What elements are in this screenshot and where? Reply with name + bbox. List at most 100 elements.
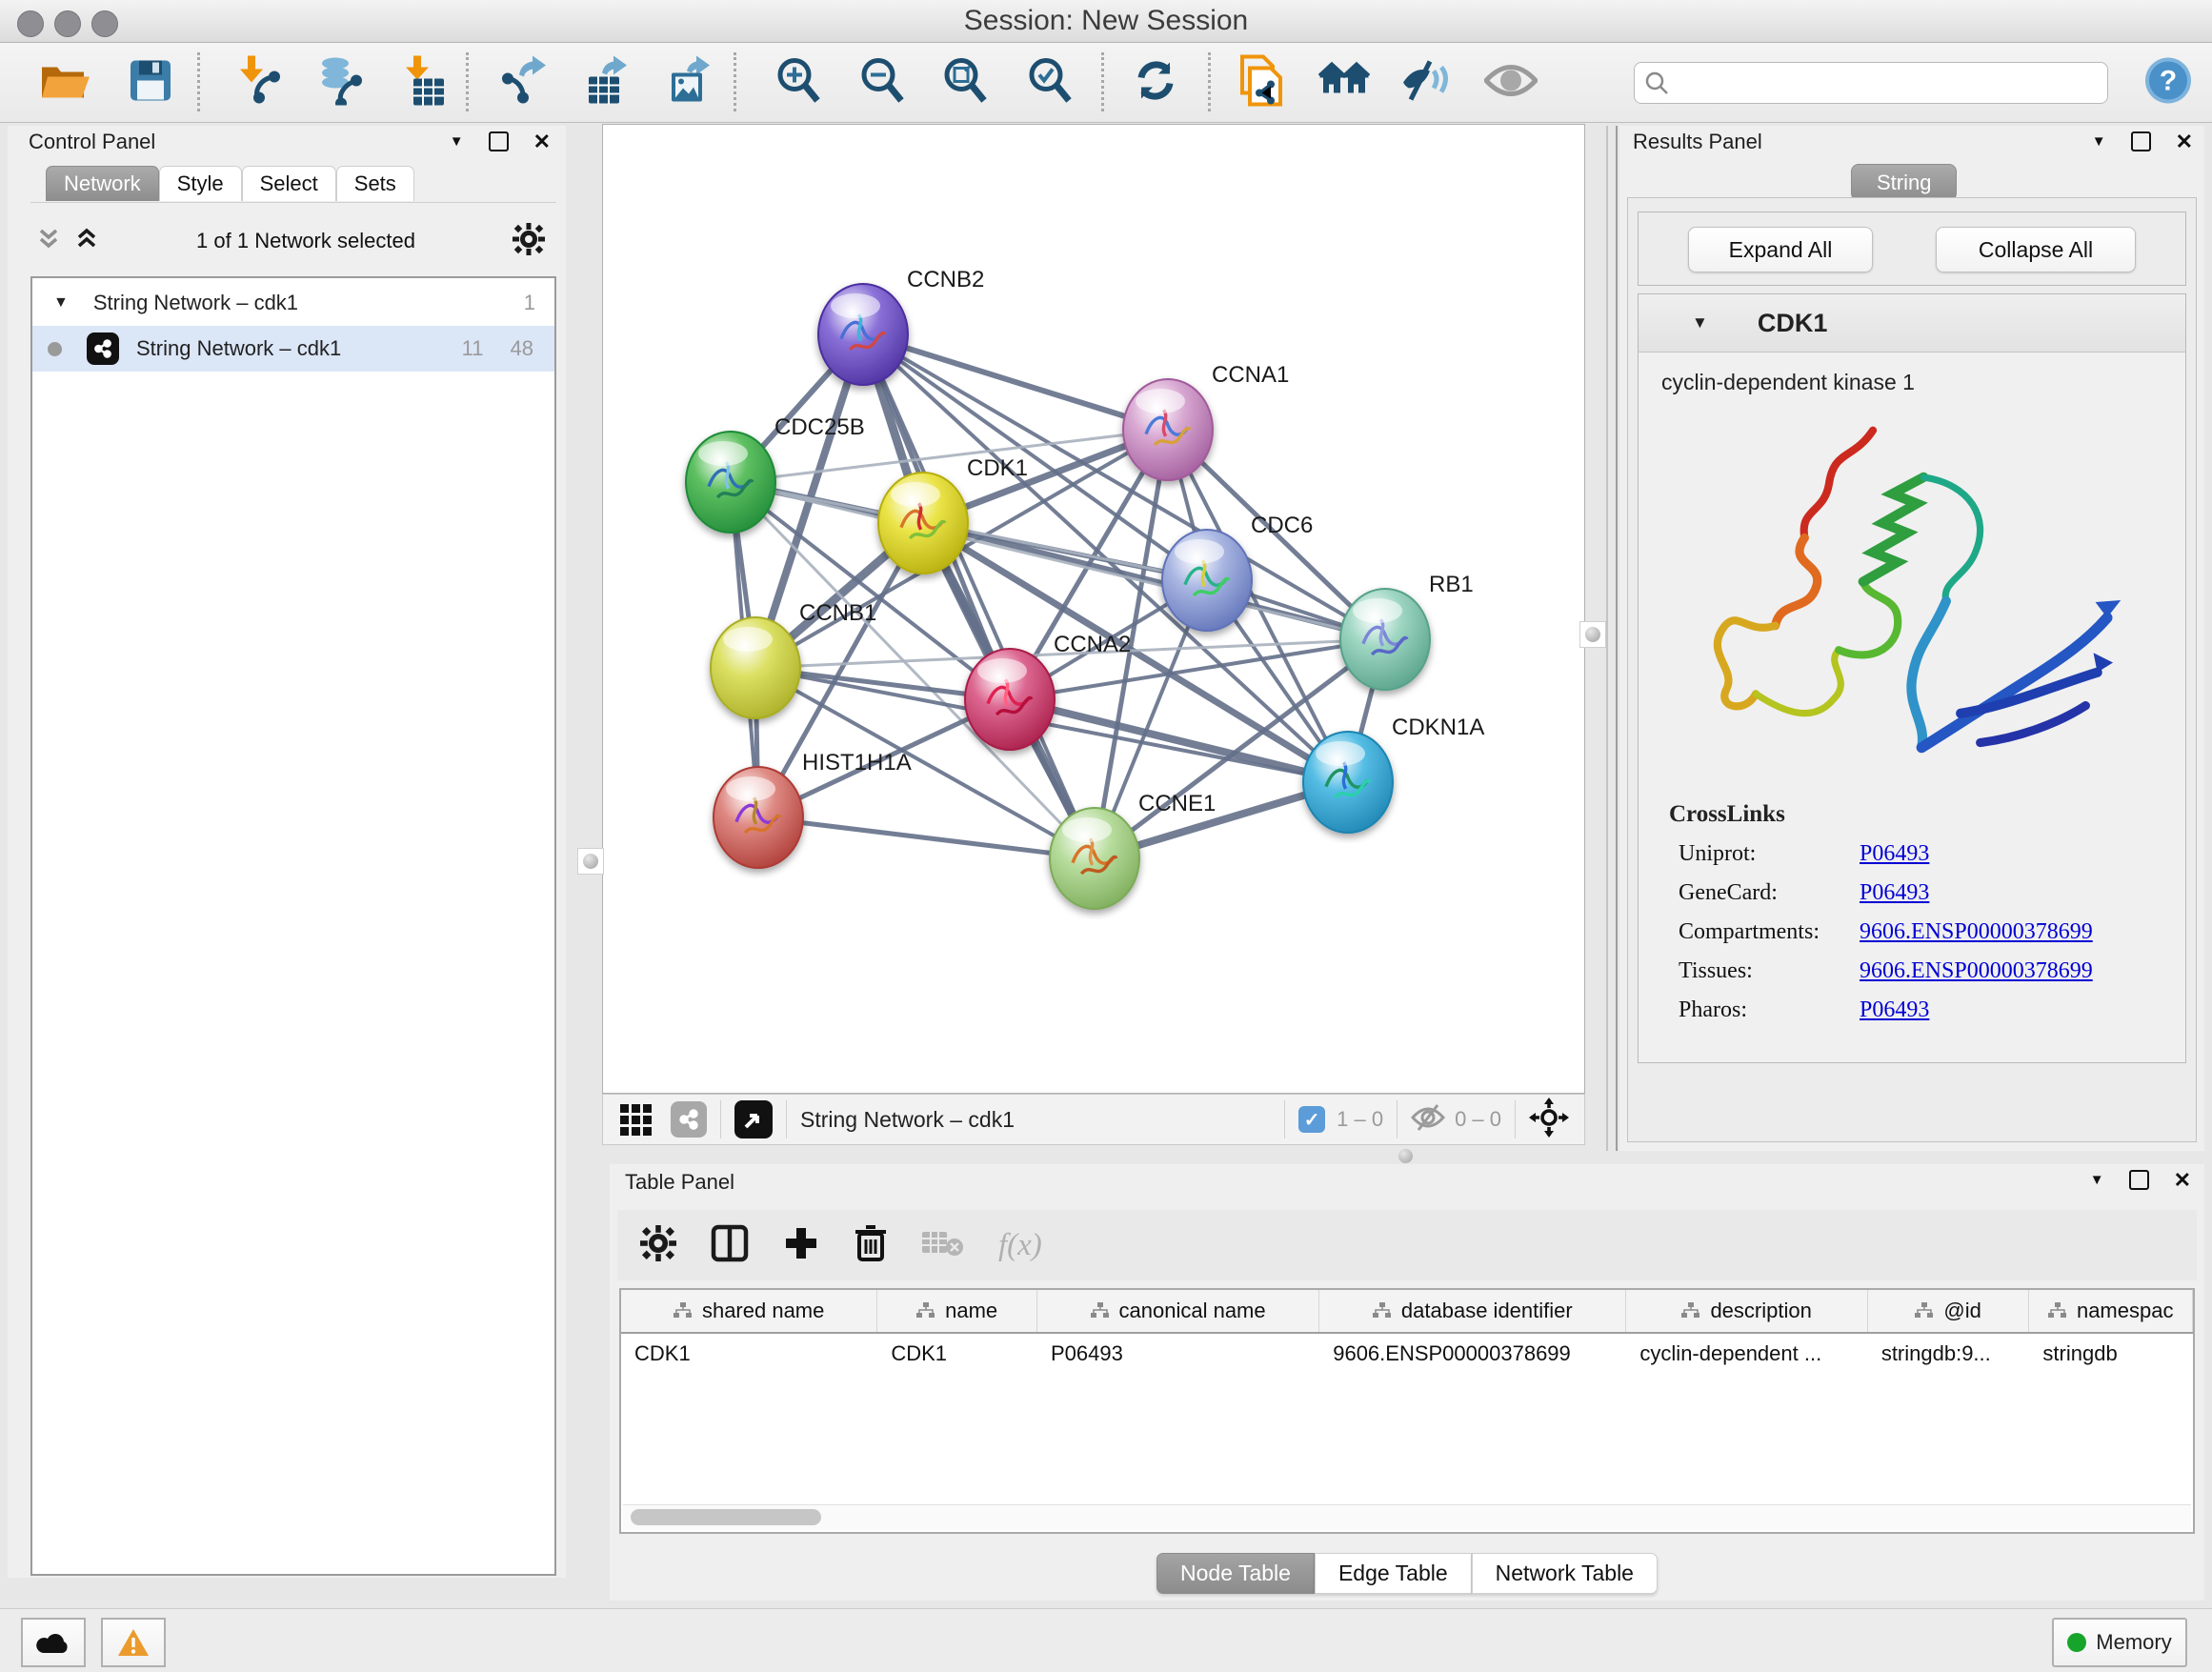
export-image-icon[interactable] <box>668 55 712 110</box>
table-cell[interactable]: CDK1 <box>877 1334 1037 1374</box>
zoom-in-icon[interactable] <box>775 56 821 109</box>
home-layout-icon[interactable] <box>1318 60 1370 105</box>
selected-nodes-checkbox[interactable]: ✓ <box>1298 1106 1325 1133</box>
tab-network[interactable]: Network <box>46 166 159 201</box>
column-header--id[interactable]: @id <box>1868 1290 2030 1332</box>
table-cell[interactable]: cyclin-dependent ... <box>1626 1334 1867 1374</box>
network-row[interactable]: String Network – cdk1 11 48 <box>32 326 554 372</box>
window-zoom-button[interactable] <box>91 10 118 37</box>
tab-network-table[interactable]: Network Table <box>1472 1553 1658 1594</box>
create-column-plus-icon[interactable] <box>783 1225 819 1266</box>
collapse-all-networks-icon[interactable] <box>74 227 99 256</box>
crosslink-link[interactable]: P06493 <box>1860 841 1929 867</box>
open-session-icon[interactable] <box>40 59 90 106</box>
control-panel-float-icon[interactable] <box>489 131 509 151</box>
crosslink-link[interactable]: 9606.ENSP00000378699 <box>1860 919 2093 945</box>
hidden-elements-icon[interactable] <box>1411 1103 1445 1137</box>
fit-content-crosshair-icon[interactable] <box>1529 1098 1569 1142</box>
column-header-database-identifier[interactable]: database identifier <box>1319 1290 1626 1332</box>
import-network-icon[interactable] <box>236 55 280 110</box>
tab-edge-table[interactable]: Edge Table <box>1315 1553 1472 1594</box>
crosslink-link[interactable]: 9606.ENSP00000378699 <box>1860 958 2093 984</box>
column-header-description[interactable]: description <box>1626 1290 1867 1332</box>
show-graphics-details-icon[interactable] <box>1484 61 1538 104</box>
grid-view-icon[interactable] <box>620 1104 652 1136</box>
crosslink-link[interactable]: P06493 <box>1860 997 1929 1023</box>
table-cell[interactable]: 9606.ENSP00000378699 <box>1319 1334 1626 1374</box>
column-header-canonical-name[interactable]: canonical name <box>1037 1290 1319 1332</box>
zoom-fit-icon[interactable] <box>942 56 988 109</box>
table-cell[interactable]: CDK1 <box>621 1334 877 1374</box>
zoom-selected-icon[interactable] <box>1027 56 1073 109</box>
control-panel-close-icon[interactable]: ✕ <box>533 133 551 150</box>
table-settings-gear-icon[interactable] <box>640 1225 676 1266</box>
window-close-button[interactable] <box>17 10 44 37</box>
crosslink-link[interactable]: P06493 <box>1860 880 1929 906</box>
tab-style[interactable]: Style <box>159 166 242 201</box>
network-node-ccne1[interactable]: CCNE1 <box>1050 791 1216 909</box>
panel-divider-vertical[interactable] <box>1606 126 1618 1151</box>
memory-button[interactable]: Memory <box>2052 1618 2187 1667</box>
column-header-namespac[interactable]: namespac <box>2029 1290 2193 1332</box>
delete-column-trash-icon[interactable] <box>854 1224 888 1267</box>
network-node-cdk1[interactable]: CDK1 <box>878 455 1028 574</box>
network-edge[interactable] <box>758 817 1095 858</box>
table-cell[interactable]: stringdb:9... <box>1868 1334 2030 1374</box>
import-table-icon[interactable] <box>406 55 444 110</box>
expand-all-button[interactable]: Expand All <box>1688 227 1873 272</box>
table-cell[interactable]: P06493 <box>1037 1334 1319 1374</box>
network-node-ccnb1[interactable]: CCNB1 <box>711 600 876 718</box>
search-input[interactable] <box>1669 70 2107 96</box>
cloud-status-button[interactable] <box>21 1618 86 1667</box>
tab-select[interactable]: Select <box>242 166 336 201</box>
gene-collapse-icon[interactable]: ▼ <box>1692 313 1708 332</box>
annotations-icon[interactable] <box>1238 54 1282 111</box>
tab-node-table[interactable]: Node Table <box>1156 1553 1315 1594</box>
divider-handle-horizontal[interactable] <box>1398 1149 1413 1163</box>
network-canvas[interactable]: CCNB2CCNA1CDC25BCDK1CDC6RB1CCNB1CCNA2CDK… <box>602 124 1585 1094</box>
birds-eye-view-icon[interactable] <box>734 1100 773 1138</box>
table-cell[interactable]: stringdb <box>2029 1334 2193 1374</box>
network-options-gear-icon[interactable] <box>513 223 545 260</box>
scrollbar-thumb[interactable] <box>631 1509 821 1525</box>
divider-handle-right[interactable] <box>1579 621 1606 648</box>
network-edge[interactable] <box>863 334 1168 430</box>
control-panel-collapse-icon[interactable]: ▼ <box>450 133 464 150</box>
table-panel-close-icon[interactable]: ✕ <box>2174 1172 2191 1188</box>
table-panel-float-icon[interactable] <box>2129 1170 2149 1190</box>
network-node-ccna1[interactable]: CCNA1 <box>1123 362 1289 480</box>
expand-all-networks-icon[interactable] <box>36 227 61 256</box>
table-row[interactable]: CDK1CDK1P064939606.ENSP00000378699cyclin… <box>621 1334 2193 1374</box>
network-collection-row[interactable]: ▼ String Network – cdk1 1 <box>32 280 554 326</box>
string-view-icon[interactable] <box>671 1101 707 1138</box>
results-panel-close-icon[interactable]: ✕ <box>2176 133 2193 150</box>
hide-graphics-details-icon[interactable] <box>1401 57 1451 108</box>
tree-expand-icon[interactable]: ▼ <box>53 294 69 312</box>
results-panel-float-icon[interactable] <box>2131 131 2151 151</box>
network-node-rb1[interactable]: RB1 <box>1340 572 1474 690</box>
window-minimize-button[interactable] <box>54 10 81 37</box>
help-icon[interactable]: ? <box>2144 56 2192 109</box>
network-edge[interactable] <box>863 334 1095 858</box>
search-field[interactable] <box>1634 62 2108 104</box>
table-horizontal-scrollbar[interactable] <box>623 1504 2191 1530</box>
refresh-icon[interactable] <box>1134 58 1177 107</box>
export-table-icon[interactable] <box>585 55 629 110</box>
column-header-shared-name[interactable]: shared name <box>621 1290 877 1332</box>
import-database-icon[interactable] <box>314 55 362 110</box>
table-panel-collapse-icon[interactable]: ▼ <box>2090 1172 2104 1188</box>
gene-entry-header[interactable]: ▼ CDK1 <box>1639 294 2185 353</box>
network-node-cdkn1a[interactable]: CDKN1A <box>1303 715 1484 833</box>
tab-sets[interactable]: Sets <box>336 166 414 201</box>
network-node-hist1h1a[interactable]: HIST1H1A <box>714 750 912 868</box>
collapse-all-button[interactable]: Collapse All <box>1936 227 2136 272</box>
show-columns-icon[interactable] <box>711 1224 749 1267</box>
zoom-out-icon[interactable] <box>859 56 905 109</box>
warnings-button[interactable] <box>101 1618 166 1667</box>
column-header-name[interactable]: name <box>877 1290 1037 1332</box>
tab-string[interactable]: String <box>1851 164 1957 201</box>
results-panel-collapse-icon[interactable]: ▼ <box>2092 133 2106 150</box>
save-session-icon[interactable] <box>130 59 171 106</box>
divider-handle-left[interactable] <box>577 848 604 875</box>
export-network-icon[interactable] <box>500 55 546 110</box>
